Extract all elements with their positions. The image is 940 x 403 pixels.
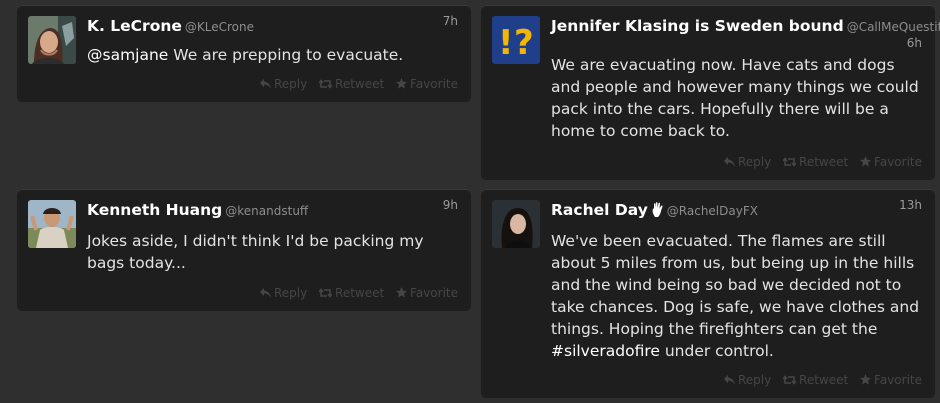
tweet-text-body: We are prepping to evacuate.: [168, 46, 404, 64]
reply-label: Reply: [737, 373, 772, 387]
reply-label: Reply: [737, 155, 772, 169]
reply-button[interactable]: Reply: [723, 373, 772, 387]
author-handle[interactable]: @KLeCrone: [185, 20, 254, 34]
tweet-text: We are evacuating now. Have cats and dog…: [551, 56, 919, 140]
star-icon: [860, 156, 872, 167]
author-line: Jennifer Klasing is Sweden bound @CallMeQ…: [551, 16, 940, 37]
tweet-text-body: We've been evacuated. The flames are sti…: [551, 232, 920, 338]
tweet-timestamp[interactable]: 9h: [443, 198, 458, 212]
author-handle[interactable]: @RachelDayFX: [667, 204, 758, 218]
favorite-label: Favorite: [410, 286, 458, 300]
mention-link[interactable]: @samjane: [87, 46, 168, 64]
favorite-button[interactable]: Favorite: [396, 77, 458, 91]
avatar[interactable]: [28, 16, 76, 64]
tweet-text: Jokes aside, I didn't think I'd be packi…: [87, 232, 424, 272]
reply-label: Reply: [273, 286, 308, 300]
favorite-button[interactable]: Favorite: [860, 373, 922, 387]
tweet-actions: Reply Retweet Favorite: [252, 77, 458, 91]
tweet-text-body: under control.: [659, 342, 774, 360]
favorite-label: Favorite: [410, 77, 458, 91]
retweet-icon: [318, 79, 333, 89]
author-name[interactable]: Kenneth Huang: [87, 201, 222, 219]
tweet-card: ! ? Jennifer Klasing is Sweden bound @Cal…: [481, 5, 940, 180]
star-icon: [396, 287, 408, 298]
author-name[interactable]: Rachel Day: [551, 201, 648, 219]
reply-arrow-icon: [259, 288, 271, 298]
retweet-label: Retweet: [335, 286, 385, 300]
reply-arrow-icon: [259, 79, 271, 89]
retweet-icon: [782, 157, 797, 167]
reply-button[interactable]: Reply: [723, 155, 772, 169]
avatar[interactable]: [28, 200, 76, 248]
retweet-label: Retweet: [799, 155, 849, 169]
favorite-button[interactable]: Favorite: [860, 155, 922, 169]
star-icon: [860, 374, 872, 385]
tweet-timestamp[interactable]: 6h: [907, 36, 922, 50]
reply-arrow-icon: [723, 375, 735, 385]
retweet-button[interactable]: Retweet: [318, 77, 385, 91]
svg-text:?: ?: [514, 23, 534, 63]
retweet-button[interactable]: Retweet: [782, 155, 849, 169]
author-line: Rachel Day @RachelDayFX: [551, 200, 758, 221]
tweet-actions: Reply Retweet Favorite: [716, 373, 922, 387]
favorite-label: Favorite: [874, 373, 922, 387]
tweet-card: Rachel Day @RachelDayFX 13h We've been ev…: [481, 189, 935, 398]
author-name[interactable]: K. LeCrone: [87, 17, 182, 35]
hand-icon: [652, 202, 663, 217]
retweet-icon: [318, 288, 333, 298]
avatar[interactable]: ! ?: [492, 16, 540, 64]
retweet-button[interactable]: Retweet: [318, 286, 385, 300]
retweet-icon: [782, 375, 797, 385]
tweet-text: We've been evacuated. The flames are sti…: [551, 230, 923, 362]
author-line: K. LeCrone @KLeCrone: [87, 16, 254, 37]
author-name[interactable]: Jennifer Klasing is Sweden bound: [551, 17, 844, 35]
author-line: Kenneth Huang @kenandstuff: [87, 200, 308, 221]
tweet-text: @samjane We are prepping to evacuate.: [87, 44, 457, 66]
tweet-actions: Reply Retweet Favorite: [716, 155, 922, 169]
svg-text:!: !: [498, 23, 514, 63]
reply-button[interactable]: Reply: [259, 286, 308, 300]
retweet-button[interactable]: Retweet: [782, 373, 849, 387]
tweet-card: Kenneth Huang @kenandstuff 9h Jokes aside…: [17, 189, 471, 311]
tweet-card: K. LeCrone @KLeCrone 7h @samjane We are p…: [17, 5, 471, 102]
hashtag-link[interactable]: #silveradofire: [551, 342, 660, 360]
favorite-label: Favorite: [874, 155, 922, 169]
reply-button[interactable]: Reply: [259, 77, 308, 91]
author-handle[interactable]: @kenandstuff: [225, 204, 308, 218]
avatar[interactable]: [492, 200, 540, 248]
tweet-timestamp[interactable]: 7h: [443, 14, 458, 28]
retweet-label: Retweet: [799, 373, 849, 387]
tweet-timestamp[interactable]: 13h: [899, 198, 922, 212]
favorite-button[interactable]: Favorite: [396, 286, 458, 300]
reply-arrow-icon: [723, 157, 735, 167]
author-handle[interactable]: @CallMeQuestifer: [847, 20, 940, 34]
star-icon: [396, 78, 408, 89]
tweet-actions: Reply Retweet Favorite: [252, 286, 458, 300]
retweet-label: Retweet: [335, 77, 385, 91]
reply-label: Reply: [273, 77, 308, 91]
